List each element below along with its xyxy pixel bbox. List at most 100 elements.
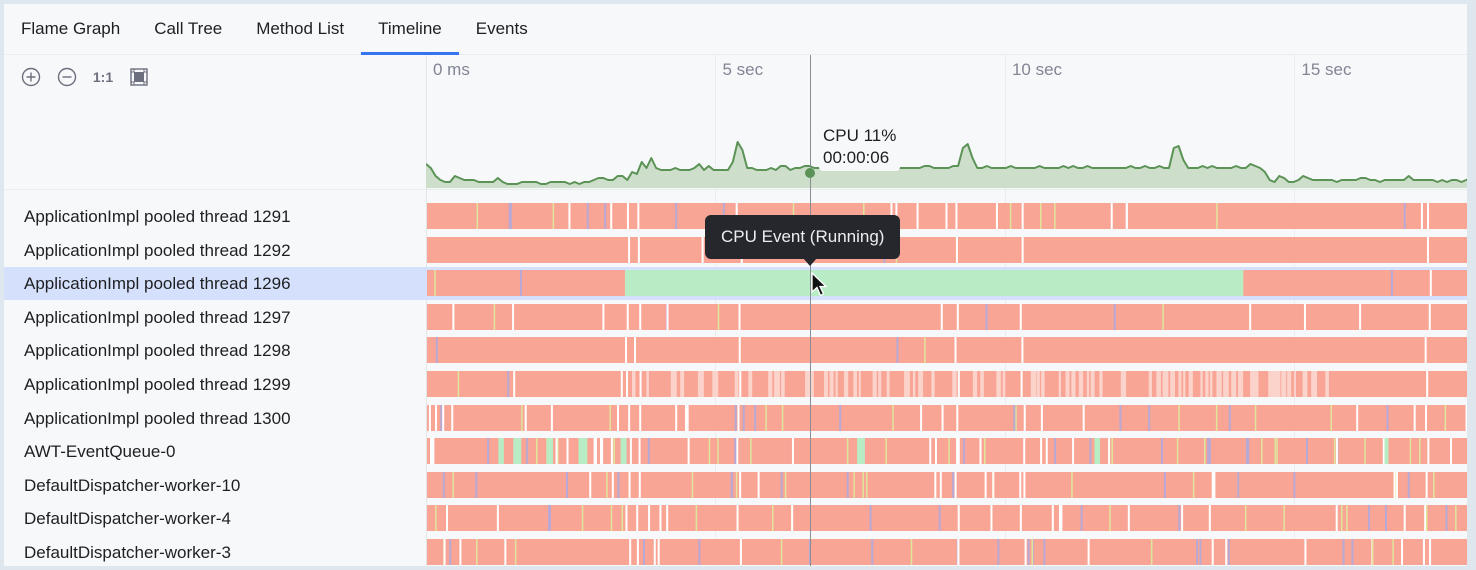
segment-gap bbox=[1428, 539, 1431, 565]
zoom-out-button[interactable] bbox=[56, 66, 78, 88]
thread-row[interactable]: ApplicationImpl pooled thread 1291 bbox=[4, 200, 426, 233]
cpu-usage-chart[interactable] bbox=[426, 55, 1471, 189]
time-cursor-line[interactable] bbox=[810, 55, 811, 566]
segment-gap bbox=[791, 505, 794, 532]
segment-gap bbox=[1427, 203, 1430, 229]
thread-lane[interactable] bbox=[427, 270, 1471, 297]
state-segment-running bbox=[857, 438, 865, 465]
state-segment-other bbox=[866, 471, 868, 498]
thread-row[interactable]: ApplicationImpl pooled thread 1299 bbox=[4, 368, 426, 401]
state-segment-waiting bbox=[449, 539, 452, 565]
actual-size-button[interactable]: 1:1 bbox=[92, 66, 114, 88]
state-segment-other bbox=[924, 337, 926, 364]
state-segment-waiting bbox=[1148, 404, 1151, 431]
state-segment-waiting bbox=[1054, 438, 1057, 465]
thread-lane[interactable] bbox=[427, 404, 1471, 431]
state-segment-light bbox=[1231, 371, 1237, 397]
thread-state-bar bbox=[427, 539, 1471, 565]
segment-gap bbox=[639, 404, 642, 431]
thread-row[interactable]: ApplicationImpl pooled thread 1298 bbox=[4, 334, 426, 367]
thread-lane[interactable] bbox=[427, 236, 1471, 263]
thread-row[interactable]: ApplicationImpl pooled thread 1292 bbox=[4, 234, 426, 267]
state-segment-waiting bbox=[475, 471, 478, 498]
state-segment-waiting bbox=[1227, 539, 1230, 565]
tab-flame-graph[interactable]: Flame Graph bbox=[4, 4, 137, 54]
thread-lane[interactable] bbox=[427, 505, 1471, 532]
segment-gap bbox=[992, 471, 995, 498]
state-segment-running bbox=[498, 438, 504, 465]
thread-lane[interactable] bbox=[427, 337, 1471, 364]
tab-timeline[interactable]: Timeline bbox=[361, 4, 459, 55]
state-segment-waiting bbox=[1208, 438, 1211, 465]
segment-gap bbox=[638, 438, 641, 465]
fit-to-window-button[interactable] bbox=[128, 66, 150, 88]
state-segment-waiting bbox=[780, 471, 783, 498]
segment-gap bbox=[629, 539, 632, 565]
segment-gap bbox=[1401, 539, 1404, 565]
segment-gap bbox=[1395, 471, 1398, 498]
state-segment-waiting bbox=[846, 471, 849, 498]
tab-events[interactable]: Events bbox=[459, 4, 545, 54]
state-segment-waiting bbox=[487, 438, 490, 465]
thread-row[interactable]: ApplicationImpl pooled thread 1296 bbox=[4, 267, 426, 301]
state-segment-waiting bbox=[1043, 539, 1046, 565]
thread-lane[interactable] bbox=[427, 471, 1471, 498]
segment-gap bbox=[446, 505, 449, 532]
state-segment-other bbox=[765, 404, 767, 431]
state-segment-other bbox=[771, 505, 774, 532]
state-segment-light bbox=[680, 371, 685, 397]
segment-gap bbox=[1393, 471, 1396, 498]
segment-gap bbox=[687, 438, 690, 465]
state-segment-other bbox=[457, 371, 460, 397]
state-segment-waiting bbox=[565, 471, 568, 498]
thread-state-bar bbox=[427, 303, 1471, 330]
state-segment-light bbox=[734, 371, 739, 397]
segment-gap bbox=[602, 303, 605, 330]
state-segment-light bbox=[1036, 371, 1040, 397]
state-segment-light bbox=[1071, 371, 1076, 397]
segment-gap bbox=[443, 539, 446, 565]
tab-call-tree[interactable]: Call Tree bbox=[137, 4, 239, 54]
segment-gap bbox=[1021, 337, 1024, 364]
segment-gap bbox=[701, 236, 704, 263]
tab-method-list[interactable]: Method List bbox=[239, 4, 361, 54]
thread-row[interactable]: DefaultDispatcher-worker-3 bbox=[4, 536, 426, 566]
state-segment-light bbox=[1183, 371, 1186, 397]
state-segment-other bbox=[780, 539, 783, 565]
thread-lane[interactable] bbox=[427, 203, 1471, 229]
zoom-in-button[interactable] bbox=[20, 66, 42, 88]
segment-gap bbox=[686, 404, 689, 431]
thread-lane[interactable] bbox=[427, 303, 1471, 330]
state-segment-other bbox=[708, 438, 711, 465]
thread-lane[interactable] bbox=[427, 539, 1471, 565]
segment-gap bbox=[995, 203, 998, 229]
segment-gap bbox=[1072, 438, 1075, 465]
state-segment-waiting bbox=[938, 505, 941, 532]
thread-lane[interactable] bbox=[427, 438, 1471, 465]
thread-state-bar bbox=[427, 505, 1471, 532]
segment-gap bbox=[1420, 203, 1423, 229]
segment-gap bbox=[1425, 404, 1428, 431]
state-segment-sleeping bbox=[427, 303, 1471, 330]
state-segment-other bbox=[1283, 505, 1285, 532]
segment-gap bbox=[1426, 236, 1429, 263]
thread-row[interactable]: ApplicationImpl pooled thread 1300 bbox=[4, 402, 426, 435]
segment-gap bbox=[736, 438, 739, 465]
state-segment-waiting bbox=[1163, 471, 1166, 498]
state-segment-light bbox=[1293, 371, 1296, 397]
state-segment-waiting bbox=[617, 471, 620, 498]
state-segment-sleeping bbox=[427, 236, 1471, 263]
thread-row[interactable]: DefaultDispatcher-worker-4 bbox=[4, 502, 426, 535]
state-segment-other bbox=[885, 438, 887, 465]
thread-row[interactable]: AWT-EventQueue-0 bbox=[4, 435, 426, 468]
state-segment-other bbox=[1274, 438, 1276, 465]
state-segment-other bbox=[435, 505, 437, 532]
thread-row[interactable]: DefaultDispatcher-worker-10 bbox=[4, 469, 426, 502]
state-segment-light bbox=[843, 371, 849, 397]
state-segment-other bbox=[609, 404, 611, 431]
segment-gap bbox=[442, 404, 445, 431]
thread-lane[interactable] bbox=[427, 371, 1471, 397]
state-segment-waiting bbox=[1013, 404, 1016, 431]
thread-row[interactable]: ApplicationImpl pooled thread 1297 bbox=[4, 301, 426, 334]
mouse-pointer-icon bbox=[811, 272, 828, 297]
